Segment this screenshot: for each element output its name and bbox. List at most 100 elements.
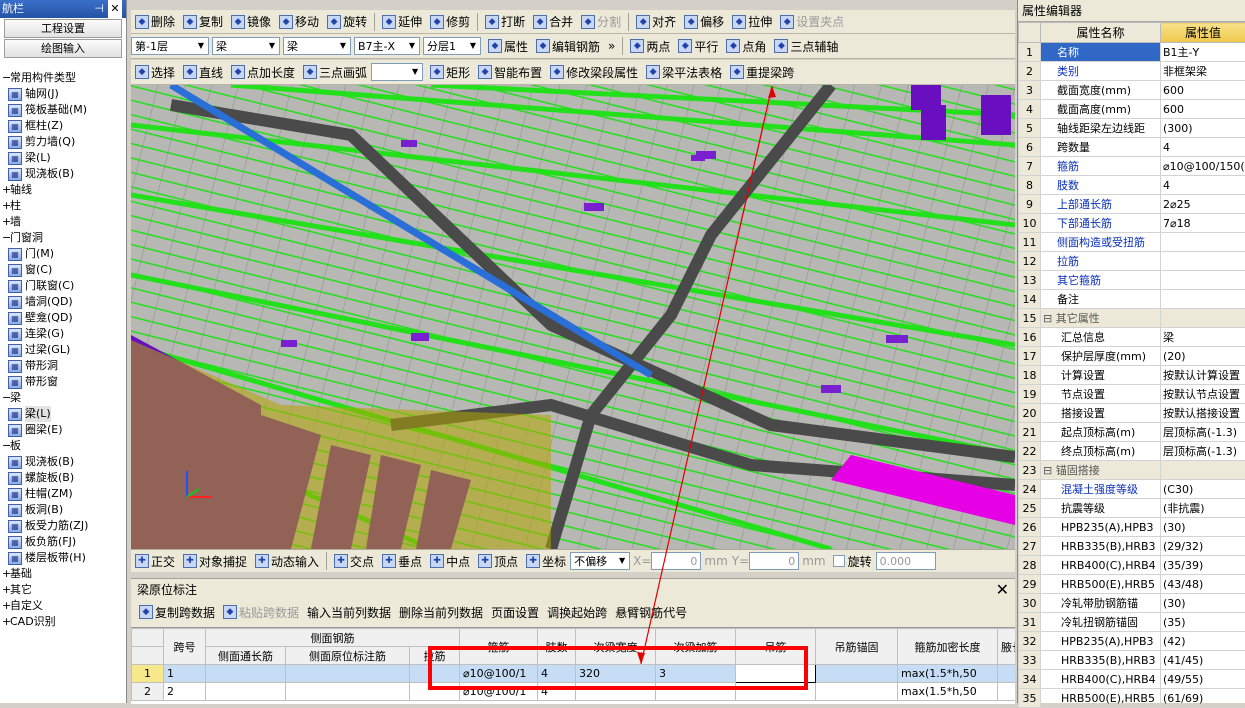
property-value[interactable]: (20) xyxy=(1161,347,1245,366)
toolbar3-button-3[interactable]: ◆三点画弧 xyxy=(299,62,371,82)
tree-item[interactable]: ▦板受力筋(ZJ) xyxy=(0,518,126,534)
3d-viewport[interactable] xyxy=(131,85,1015,549)
property-value[interactable]: (35/39) xyxy=(1161,556,1245,575)
collapse-icon[interactable]: − xyxy=(2,70,10,86)
property-row[interactable]: 3截面宽度(mm)600 xyxy=(1019,81,1245,100)
toolbar-button-8[interactable]: ◆合并 xyxy=(529,12,577,32)
property-row[interactable]: 21起点顶标高(m)层顶标高(-1.3) xyxy=(1019,423,1245,442)
cell-anch[interactable] xyxy=(816,665,898,683)
tree-item[interactable]: ▦带形窗 xyxy=(0,374,126,390)
snap-button-2[interactable]: ✚动态输入 xyxy=(251,551,323,571)
property-value[interactable]: (29/32) xyxy=(1161,537,1245,556)
property-row[interactable]: 1名称B1主-Y xyxy=(1019,43,1245,62)
property-row[interactable]: 24混凝土强度等级(C30) xyxy=(1019,480,1245,499)
property-row[interactable]: 28HRB400(C),HRB4(35/39) xyxy=(1019,556,1245,575)
panel-tool-5[interactable]: 调换起始跨 xyxy=(543,602,611,622)
toolbar3-button-2[interactable]: ◆点加长度 xyxy=(227,62,299,82)
select-2[interactable]: 梁▼ xyxy=(283,37,351,55)
property-row[interactable]: 19节点设置按默认节点设置 xyxy=(1019,385,1245,404)
property-row[interactable]: 5轴线距梁左边线距(300) xyxy=(1019,119,1245,138)
toolbar3-button-5[interactable]: ◆智能布置 xyxy=(474,62,546,82)
tree-group[interactable]: −板 xyxy=(0,438,126,454)
property-value[interactable]: (C30) xyxy=(1161,480,1245,499)
pin-icon[interactable]: ⊣ xyxy=(94,0,104,18)
property-value[interactable]: (35) xyxy=(1161,613,1245,632)
cell-c2[interactable] xyxy=(286,683,410,701)
property-value[interactable]: 600 xyxy=(1161,81,1245,100)
property-row[interactable]: 20搭接设置按默认搭接设置 xyxy=(1019,404,1245,423)
tree-item[interactable]: ▦过梁(GL) xyxy=(0,342,126,358)
toolbar-button-5[interactable]: ◆延伸 xyxy=(378,12,426,32)
property-row[interactable]: 34HRB400(C),HRB4(49/55) xyxy=(1019,670,1245,689)
tree-item[interactable]: ▦板洞(B) xyxy=(0,502,126,518)
coord-input-1[interactable]: 0 xyxy=(749,552,799,570)
property-value[interactable] xyxy=(1161,233,1245,252)
property-value[interactable] xyxy=(1161,252,1245,271)
offset-mode-select[interactable]: 不偏移▼ xyxy=(570,552,630,570)
property-row[interactable]: 13其它箍筋 xyxy=(1019,271,1245,290)
expand-icon[interactable]: + xyxy=(2,198,10,214)
property-value[interactable]: 按默认计算设置 xyxy=(1161,366,1245,385)
tree-item[interactable]: ▦圈梁(E) xyxy=(0,422,126,438)
tree-item[interactable]: ▦轴网(J) xyxy=(0,86,126,102)
expand-icon[interactable]: + xyxy=(2,598,10,614)
tree-item[interactable]: ▦楼层板带(H) xyxy=(0,550,126,566)
tree-item[interactable]: ▦窗(C) xyxy=(0,262,126,278)
toolbar3-button-4[interactable]: ◆矩形 xyxy=(426,62,474,82)
toolbar-button-2[interactable]: ◆镜像 xyxy=(227,12,275,32)
toolbar2-button-4[interactable]: ◆点角 xyxy=(722,36,770,56)
property-row[interactable]: 30冷轧带肋钢筋锚(30) xyxy=(1019,594,1245,613)
expand-icon[interactable]: + xyxy=(2,614,10,630)
property-row[interactable]: 6跨数量4 xyxy=(1019,138,1245,157)
tree-item[interactable]: ▦现浇板(B) xyxy=(0,166,126,182)
toolbar2-button-5[interactable]: ◆三点辅轴 xyxy=(770,36,842,56)
property-value[interactable]: (非抗震) xyxy=(1161,499,1245,518)
toolbar-button-3[interactable]: ◆移动 xyxy=(275,12,323,32)
toolbar-button-13[interactable]: ◆设置夹点 xyxy=(776,12,848,32)
project-settings-button[interactable]: 工程设置 xyxy=(4,19,122,38)
cell-len[interactable]: max(1.5*h,50 xyxy=(898,665,998,683)
tree-item[interactable]: ▦螺旋板(B) xyxy=(0,470,126,486)
snap-button-1[interactable]: ✚对象捕捉 xyxy=(179,551,251,571)
tree-item[interactable]: ▦梁(L) xyxy=(0,150,126,166)
toolbar2-button-0[interactable]: ◆属性 xyxy=(484,36,532,56)
cell-span[interactable]: 1 xyxy=(164,665,206,683)
property-row[interactable]: 33HRB335(B),HRB3(41/45) xyxy=(1019,651,1245,670)
expand-icon[interactable]: + xyxy=(2,566,10,582)
toolbar-button-7[interactable]: ◆打断 xyxy=(481,12,529,32)
property-value[interactable]: 2⌀25 xyxy=(1161,195,1245,214)
rotate-input[interactable]: 0.000 xyxy=(876,552,936,570)
rotate-checkbox[interactable] xyxy=(833,555,845,567)
property-value[interactable] xyxy=(1161,461,1245,480)
toolbar3-button-7[interactable]: ◆梁平法表格 xyxy=(642,62,726,82)
toolbar3-button-6[interactable]: ◆修改梁段属性 xyxy=(546,62,642,82)
property-value[interactable]: 按默认搭接设置 xyxy=(1161,404,1245,423)
tree-item[interactable]: ▦带形洞 xyxy=(0,358,126,374)
toolbar-button-1[interactable]: ◆复制 xyxy=(179,12,227,32)
property-row[interactable]: 32HPB235(A),HPB3(42) xyxy=(1019,632,1245,651)
toolbar-button-9[interactable]: ◆分割 xyxy=(577,12,625,32)
cell-ax[interactable] xyxy=(998,665,1016,683)
property-row[interactable]: 16汇总信息梁 xyxy=(1019,328,1245,347)
toolbar2-button-3[interactable]: ◆平行 xyxy=(674,36,722,56)
property-row[interactable]: 2类别非框架梁 xyxy=(1019,62,1245,81)
property-value[interactable]: 按默认节点设置 xyxy=(1161,385,1245,404)
select-0[interactable]: 第-1层▼ xyxy=(131,37,209,55)
toolbar3-button-0[interactable]: ◆选择 xyxy=(131,62,179,82)
property-value[interactable] xyxy=(1161,290,1245,309)
select-1[interactable]: 梁▼ xyxy=(212,37,280,55)
panel-tool-6[interactable]: 悬臂钢筋代号 xyxy=(611,602,691,622)
select-4[interactable]: 分层1▼ xyxy=(423,37,481,55)
toolbar2-button-2[interactable]: ◆两点 xyxy=(626,36,674,56)
property-value[interactable]: (30) xyxy=(1161,594,1245,613)
tree-group[interactable]: −梁 xyxy=(0,390,126,406)
cell-len[interactable]: max(1.5*h,50 xyxy=(898,683,998,701)
expand-icon[interactable]: + xyxy=(2,182,10,198)
expand-icon[interactable]: + xyxy=(2,214,10,230)
snap-button-7[interactable]: ✚坐标 xyxy=(522,551,570,571)
tree-group[interactable]: +柱 xyxy=(0,198,126,214)
cell-anch[interactable] xyxy=(816,683,898,701)
property-value[interactable]: ⌀10@100/150(4 xyxy=(1161,157,1245,176)
collapse-icon[interactable]: − xyxy=(2,230,10,246)
toolbar3-button-8[interactable]: ◆重提梁跨 xyxy=(726,62,798,82)
